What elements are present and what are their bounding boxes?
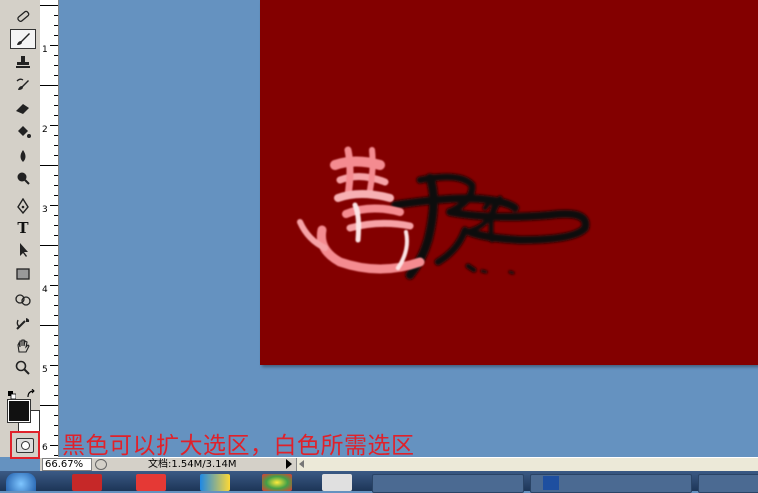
ruler-tick [50, 365, 58, 366]
ruler-tick [50, 205, 58, 206]
ruler-tick [54, 315, 58, 316]
dodge-icon[interactable] [10, 168, 36, 188]
photoshop-icon [543, 476, 559, 490]
ruler-tick [54, 155, 58, 156]
ruler-tick [54, 145, 58, 146]
ruler-tick [40, 165, 58, 166]
ruler-tick [54, 275, 58, 276]
taskbar-window-button[interactable] [698, 474, 758, 493]
ruler-tick [40, 405, 58, 406]
quick-mask-icon [16, 437, 34, 453]
ruler-tick [54, 255, 58, 256]
ruler-number: 1 [42, 45, 48, 55]
taskbar-app-icon[interactable] [262, 474, 292, 491]
ruler-tick [54, 335, 58, 336]
quick-mask-button[interactable] [10, 431, 40, 459]
ruler-tick [54, 65, 58, 66]
ruler-tick [50, 285, 58, 286]
ruler-tick [40, 245, 58, 246]
ruler-tick [54, 135, 58, 136]
ruler-tick [54, 105, 58, 106]
ruler-tick [40, 5, 58, 6]
ruler-tick [54, 235, 58, 236]
ruler-tick [54, 225, 58, 226]
brush-icon[interactable] [10, 29, 36, 49]
taskbar-app-icon[interactable] [136, 474, 166, 491]
start-button[interactable] [6, 473, 36, 491]
ruler-tick [54, 455, 58, 456]
healing-brush-icon[interactable] [10, 6, 36, 26]
ruler-tick [54, 415, 58, 416]
history-brush-icon[interactable] [10, 75, 36, 95]
ruler-number: 3 [42, 205, 48, 215]
ruler-tick [54, 385, 58, 386]
foreground-color-swatch[interactable] [7, 399, 31, 423]
taskbar-window-button[interactable] [530, 474, 692, 493]
ruler-tick [54, 55, 58, 56]
ruler-tick [54, 395, 58, 396]
ruler-tick [54, 435, 58, 436]
zoom-level-field[interactable]: 66.67% [42, 458, 92, 471]
ruler-tick [40, 325, 58, 326]
ruler-tick [54, 175, 58, 176]
ruler-tick [54, 305, 58, 306]
document-canvas[interactable] [260, 0, 758, 365]
taskbar-app-icon[interactable] [200, 474, 230, 491]
ruler-tick [54, 15, 58, 16]
taskbar-app-icon[interactable] [72, 474, 102, 491]
vertical-ruler: 1 2 3 4 5 6 [40, 0, 59, 457]
status-menu-arrow-icon[interactable] [286, 459, 292, 469]
taskbar [0, 471, 758, 493]
ruler-number: 2 [42, 125, 48, 135]
clone-stamp-icon[interactable] [10, 52, 36, 72]
swap-colors-icon[interactable] [26, 384, 36, 398]
ruler-tick [54, 95, 58, 96]
zoom-icon[interactable] [10, 358, 36, 378]
ruler-tick [50, 445, 58, 446]
ruler-number: 5 [42, 365, 48, 375]
eraser-icon[interactable] [10, 98, 36, 118]
blur-icon[interactable] [10, 146, 36, 166]
taskbar-app-icon[interactable] [322, 474, 352, 491]
pen-icon[interactable] [10, 196, 36, 216]
ruler-tick [54, 75, 58, 76]
paint-bucket-icon[interactable] [10, 121, 36, 141]
ruler-tick [50, 125, 58, 126]
status-bar: 66.67% 文档:1.54M/3.14M [40, 457, 758, 472]
ruler-tick [54, 375, 58, 376]
ruler-tick [54, 355, 58, 356]
horizontal-scrollbar[interactable] [296, 458, 758, 471]
rectangle-shape-icon[interactable] [10, 264, 36, 284]
ruler-tick [54, 115, 58, 116]
ruler-tick [50, 45, 58, 46]
hand-icon[interactable] [10, 336, 36, 356]
document-size-info: 文档:1.54M/3.14M [148, 459, 237, 470]
default-colors-icon[interactable] [8, 384, 17, 400]
annotation-text: 黑色可以扩大选区，白色所需选区 [62, 433, 415, 459]
ruler-number: 6 [42, 443, 48, 453]
scroll-left-arrow-icon[interactable] [299, 460, 304, 468]
tools-panel: T [0, 0, 41, 459]
notes-icon[interactable] [10, 290, 36, 310]
navigator-icon[interactable] [95, 459, 107, 470]
ruler-tick [54, 345, 58, 346]
signature-artwork [297, 146, 590, 280]
ruler-tick [54, 215, 58, 216]
path-selection-icon[interactable] [10, 240, 36, 260]
ruler-tick [54, 195, 58, 196]
ruler-tick [54, 185, 58, 186]
ruler-tick [54, 25, 58, 26]
ruler-number: 4 [42, 285, 48, 295]
ruler-tick [54, 425, 58, 426]
taskbar-window-button[interactable] [372, 474, 524, 493]
ruler-tick [54, 265, 58, 266]
ruler-tick [40, 85, 58, 86]
ruler-tick [54, 35, 58, 36]
ruler-tick [54, 295, 58, 296]
eyedropper-icon[interactable] [10, 314, 36, 334]
type-icon[interactable]: T [10, 218, 36, 238]
